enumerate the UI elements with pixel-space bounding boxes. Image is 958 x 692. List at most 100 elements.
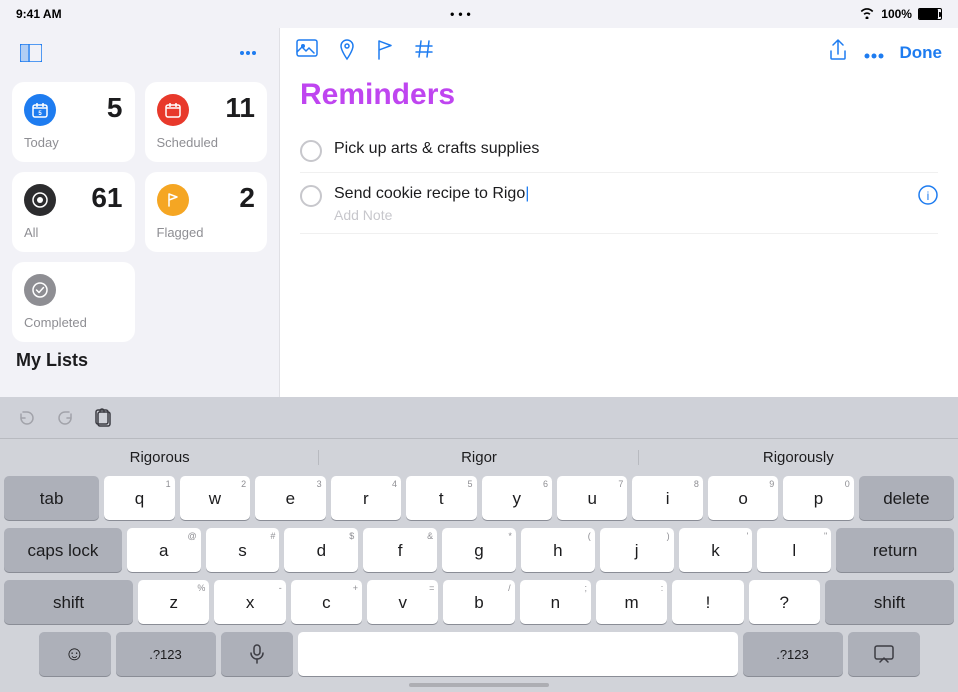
autocomplete-word-1[interactable]: Rigorous [0, 445, 319, 470]
key-question[interactable]: ? [749, 580, 820, 624]
today-icon: 5 [24, 94, 56, 126]
all-count: 61 [91, 184, 122, 212]
key-caps-lock[interactable]: caps lock [4, 528, 122, 572]
key-t[interactable]: 5t [406, 476, 476, 520]
status-dot2: • [458, 7, 462, 21]
scheduled-count: 11 [225, 94, 255, 122]
key-u[interactable]: 7u [557, 476, 627, 520]
key-v[interactable]: =v [367, 580, 438, 624]
smart-list-today[interactable]: 5 5 Today [12, 82, 135, 162]
key-r[interactable]: 4r [331, 476, 401, 520]
paste-button[interactable] [88, 403, 118, 433]
flag-icon[interactable] [376, 39, 394, 67]
key-i[interactable]: 8i [632, 476, 702, 520]
smart-list-all[interactable]: 61 All [12, 172, 135, 252]
key-microphone[interactable] [221, 632, 293, 676]
autocomplete-word-3[interactable]: Rigorously [639, 445, 958, 470]
key-exclaim[interactable]: ! [672, 580, 743, 624]
all-icon [24, 184, 56, 216]
key-y[interactable]: 6y [482, 476, 552, 520]
svg-text:i: i [927, 189, 930, 203]
status-bar: 9:41 AM • • • 100% [0, 0, 958, 28]
key-shift-left[interactable]: shift [4, 580, 133, 624]
reminders-title: Reminders [300, 78, 938, 112]
key-e[interactable]: 3e [255, 476, 325, 520]
key-z[interactable]: %z [138, 580, 209, 624]
reminder-item-2[interactable]: Send cookie recipe to Rigo Add Note i [300, 173, 938, 234]
key-n[interactable]: ;n [520, 580, 591, 624]
sidebar-more-button[interactable] [233, 38, 263, 68]
key-p[interactable]: 0p [783, 476, 853, 520]
key-numbers-right[interactable]: .?123 [743, 632, 843, 676]
flagged-count: 2 [239, 184, 255, 212]
key-k[interactable]: 'k [679, 528, 753, 572]
key-g[interactable]: *g [442, 528, 516, 572]
reminder-item-1: Pick up arts & crafts supplies [300, 128, 938, 173]
key-shift-right[interactable]: shift [825, 580, 954, 624]
reminder-text-1: Pick up arts & crafts supplies [334, 138, 938, 160]
key-space[interactable] [298, 632, 738, 676]
all-label: All [24, 225, 123, 240]
kb-row-4: ☺ .?123 .?123 [4, 632, 954, 676]
key-q[interactable]: 1q [104, 476, 174, 520]
location-icon[interactable] [338, 39, 356, 67]
reminder-note-placeholder-2: Add Note [334, 207, 906, 223]
flagged-label: Flagged [157, 225, 256, 240]
key-a[interactable]: @a [127, 528, 201, 572]
battery-icon [918, 8, 942, 20]
reminder-text-area-1: Pick up arts & crafts supplies [334, 138, 938, 160]
key-j[interactable]: )j [600, 528, 674, 572]
done-button[interactable]: Done [900, 43, 943, 63]
key-x[interactable]: -x [214, 580, 285, 624]
status-dot3: • [467, 7, 471, 21]
kb-row-1: tab 1q 2w 3e 4r 5t 6y 7u 8i 9o 0p delete [4, 476, 954, 520]
today-count: 5 [107, 94, 123, 122]
key-return[interactable]: return [836, 528, 954, 572]
home-indicator [409, 683, 549, 687]
scheduled-icon [157, 94, 189, 126]
key-d[interactable]: $d [284, 528, 358, 572]
smart-list-flagged[interactable]: 2 Flagged [145, 172, 268, 252]
smart-list-completed[interactable]: Completed [12, 262, 135, 342]
keyboard-container: Rigorous Rigor Rigorously tab 1q 2w 3e 4… [0, 397, 958, 692]
completed-label: Completed [24, 315, 123, 330]
key-b[interactable]: /b [443, 580, 514, 624]
key-tab[interactable]: tab [4, 476, 99, 520]
hashtag-icon[interactable] [414, 39, 434, 67]
content-toolbar: Done [280, 28, 958, 78]
share-icon[interactable] [828, 39, 848, 67]
sidebar-collapse-button[interactable] [16, 38, 46, 68]
key-hide-keyboard[interactable] [848, 632, 920, 676]
key-s[interactable]: #s [206, 528, 280, 572]
scheduled-label: Scheduled [157, 135, 256, 150]
svg-text:5: 5 [38, 111, 42, 117]
key-delete[interactable]: delete [859, 476, 954, 520]
key-f[interactable]: &f [363, 528, 437, 572]
key-c[interactable]: +c [291, 580, 362, 624]
flagged-icon [157, 184, 189, 216]
key-h[interactable]: (h [521, 528, 595, 572]
autocomplete-bar: Rigorous Rigor Rigorously [0, 439, 958, 472]
key-o[interactable]: 9o [708, 476, 778, 520]
key-emoji[interactable]: ☺ [39, 632, 111, 676]
reminder-text-area-2: Send cookie recipe to Rigo Add Note [334, 183, 906, 223]
toolbar-right-icons: Done [828, 39, 943, 67]
image-icon[interactable] [296, 39, 318, 67]
reminder-checkbox-1[interactable] [300, 140, 322, 162]
key-l[interactable]: "l [757, 528, 831, 572]
status-right: 100% [859, 7, 942, 22]
kb-row-2: caps lock @a #s $d &f *g (h )j 'k "l ret… [4, 528, 954, 572]
key-numbers-left[interactable]: .?123 [116, 632, 216, 676]
key-w[interactable]: 2w [180, 476, 250, 520]
my-lists-heading: My Lists [12, 342, 267, 375]
reminder-info-button-2[interactable]: i [918, 185, 938, 210]
smart-list-scheduled[interactable]: 11 Scheduled [145, 82, 268, 162]
reminder-checkbox-2[interactable] [300, 185, 322, 207]
undo-button[interactable] [12, 403, 42, 433]
redo-button[interactable] [50, 403, 80, 433]
status-time: 9:41 AM [16, 7, 62, 21]
key-m[interactable]: :m [596, 580, 667, 624]
autocomplete-word-2[interactable]: Rigor [319, 445, 638, 470]
keyboard-toolbar [0, 397, 958, 439]
toolbar-more-icon[interactable] [864, 42, 884, 65]
